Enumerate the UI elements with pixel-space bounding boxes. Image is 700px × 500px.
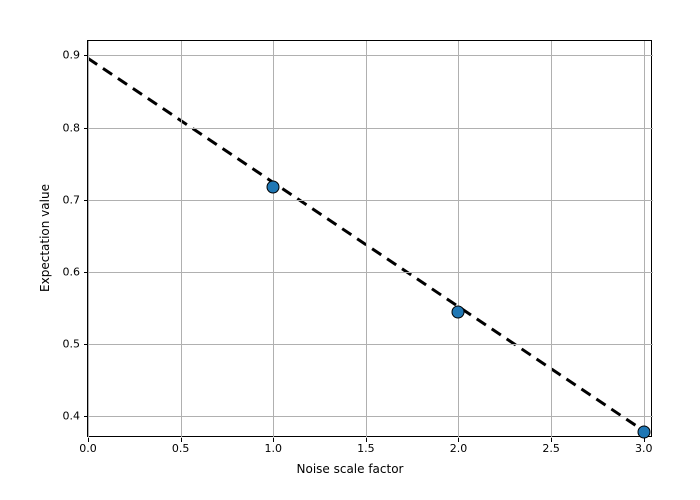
y-axis-label: Expectation value xyxy=(38,184,52,292)
y-tick-label: 0.9 xyxy=(63,49,81,62)
grid-line xyxy=(88,272,653,273)
y-tick xyxy=(84,128,88,129)
y-tick-label: 0.4 xyxy=(63,410,81,423)
x-tick-label: 2.5 xyxy=(542,442,560,455)
x-tick-label: 0.5 xyxy=(172,442,190,455)
grid-line xyxy=(88,128,653,129)
grid-line xyxy=(88,55,653,56)
figure: 0.00.51.01.52.02.53.00.40.50.60.70.80.9 … xyxy=(0,0,700,500)
plot-area: 0.00.51.01.52.02.53.00.40.50.60.70.80.9 xyxy=(87,40,652,437)
grid-line xyxy=(273,41,274,438)
y-tick xyxy=(84,55,88,56)
grid-line xyxy=(644,41,645,438)
y-tick-label: 0.5 xyxy=(63,338,81,351)
grid-line xyxy=(181,41,182,438)
y-tick xyxy=(84,272,88,273)
line-layer xyxy=(88,41,653,438)
grid-line xyxy=(551,41,552,438)
grid-line xyxy=(88,41,89,438)
data-point xyxy=(637,426,650,439)
grid-line xyxy=(88,200,653,201)
x-tick-label: 1.0 xyxy=(264,442,282,455)
grid-line xyxy=(88,416,653,417)
grid-line xyxy=(366,41,367,438)
data-point xyxy=(267,180,280,193)
y-tick xyxy=(84,344,88,345)
y-tick xyxy=(84,200,88,201)
x-tick-label: 2.0 xyxy=(450,442,468,455)
y-tick xyxy=(84,416,88,417)
grid-line xyxy=(458,41,459,438)
x-tick-label: 0.0 xyxy=(79,442,97,455)
y-tick-label: 0.6 xyxy=(63,265,81,278)
grid-line xyxy=(88,344,653,345)
x-tick-label: 3.0 xyxy=(635,442,653,455)
x-tick-label: 1.5 xyxy=(357,442,375,455)
y-tick-label: 0.7 xyxy=(63,193,81,206)
data-point xyxy=(452,305,465,318)
x-axis-label: Noise scale factor xyxy=(297,462,404,476)
y-tick-label: 0.8 xyxy=(63,121,81,134)
